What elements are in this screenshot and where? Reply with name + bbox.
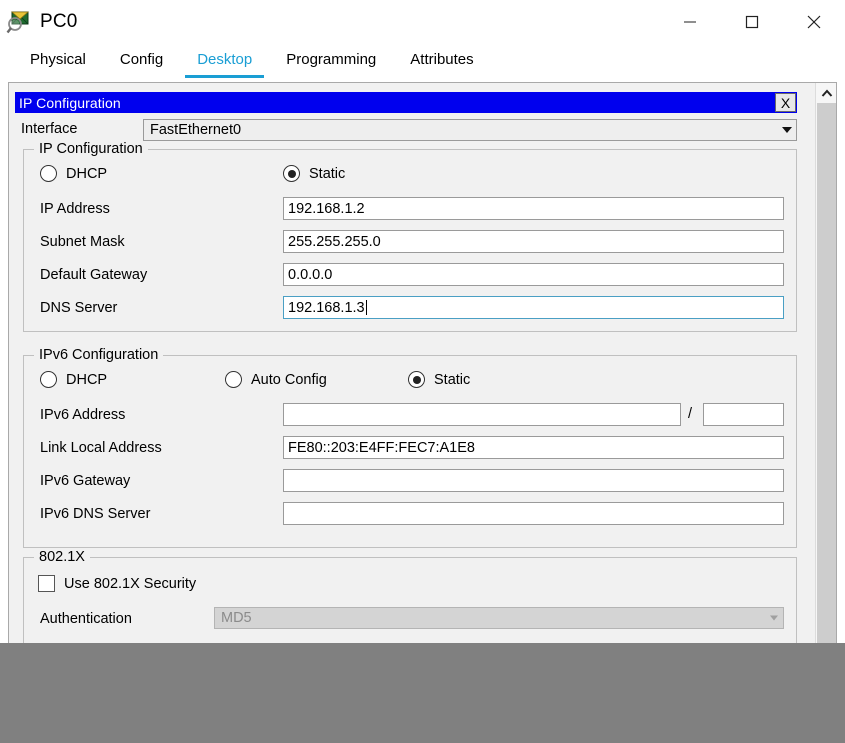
ip-address-label: IP Address: [40, 201, 110, 217]
use-dot1x-security-checkbox[interactable]: Use 802.1X Security: [38, 575, 196, 592]
use-dot1x-security-label: Use 802.1X Security: [64, 575, 197, 592]
minimize-icon: [684, 21, 696, 23]
subnet-mask-input[interactable]: 255.255.255.0: [283, 230, 784, 253]
tab-physical[interactable]: Physical: [18, 51, 98, 78]
default-gateway-input[interactable]: 0.0.0.0: [283, 263, 784, 286]
window-title: PC0: [40, 11, 78, 32]
scrollbar-thumb[interactable]: [817, 103, 836, 659]
ipv6-prefix-input[interactable]: [703, 403, 784, 426]
bottom-gray-overlay: [0, 643, 845, 743]
authentication-select[interactable]: MD5: [214, 607, 784, 629]
link-local-address-label: Link Local Address: [40, 440, 162, 456]
window-titlebar: PC0: [0, 0, 845, 44]
default-gateway-value: 0.0.0.0: [288, 266, 333, 283]
dns-server-value: 192.168.1.3: [288, 299, 365, 316]
ipv4-dhcp-label: DHCP: [66, 165, 108, 182]
radio-circle-selected-icon: [408, 371, 425, 388]
panel-close-button[interactable]: X: [775, 93, 796, 112]
interface-label: Interface: [21, 121, 78, 137]
ipv6-dns-server-label: IPv6 DNS Server: [40, 506, 151, 522]
interface-value: FastEthernet0: [150, 122, 242, 138]
chevron-down-icon: [770, 615, 778, 621]
dns-server-input[interactable]: 192.168.1.3: [283, 296, 784, 319]
ip-address-input[interactable]: 192.168.1.2: [283, 197, 784, 220]
tab-attributes[interactable]: Attributes: [398, 51, 485, 78]
radio-circle-icon: [40, 165, 57, 182]
interface-row: Interface FastEthernet0: [15, 119, 797, 141]
window-controls: [659, 0, 845, 44]
ipv6-gateway-input[interactable]: [283, 469, 784, 492]
authentication-label: Authentication: [40, 611, 132, 627]
ip-address-value: 192.168.1.2: [288, 200, 365, 217]
ipv6-dns-server-input[interactable]: [283, 502, 784, 525]
ip-configuration-panel-title: IP Configuration: [19, 94, 121, 111]
ipv4-static-radio[interactable]: Static: [283, 165, 345, 182]
ipv4-static-label: Static: [309, 165, 346, 182]
tab-programming[interactable]: Programming: [274, 51, 388, 78]
ipv6-group-legend: IPv6 Configuration: [34, 347, 164, 363]
ip-configuration-scroll-area: IP Configuration X Interface FastEtherne…: [9, 83, 815, 661]
subnet-mask-value: 255.255.255.0: [288, 233, 381, 250]
maximize-button[interactable]: [721, 0, 783, 44]
chevron-down-icon: [782, 127, 792, 133]
chevron-up-icon: [821, 89, 832, 97]
radio-circle-icon: [40, 371, 57, 388]
ipv4-dhcp-radio[interactable]: DHCP: [40, 165, 107, 182]
minimize-button[interactable]: [659, 0, 721, 44]
radio-circle-icon: [225, 371, 242, 388]
ipv6-address-label: IPv6 Address: [40, 407, 126, 423]
radio-circle-selected-icon: [283, 165, 300, 182]
scroll-up-button[interactable]: [816, 83, 836, 103]
link-local-address-input[interactable]: FE80::203:E4FF:FEC7:A1E8: [283, 436, 784, 459]
ipv6-dhcp-radio[interactable]: DHCP: [40, 371, 107, 388]
ipv6-static-label: Static: [434, 371, 471, 388]
subnet-mask-label: Subnet Mask: [40, 234, 125, 250]
default-gateway-label: Default Gateway: [40, 267, 148, 283]
ipv6-static-radio[interactable]: Static: [408, 371, 470, 388]
ipv6-auto-config-radio[interactable]: Auto Config: [225, 371, 327, 388]
ipv6-auto-config-label: Auto Config: [251, 371, 327, 388]
ipv4-configuration-group: IP Configuration DHCP Static IP Address …: [23, 141, 797, 332]
maximize-icon: [745, 15, 759, 29]
ipv6-dhcp-label: DHCP: [66, 371, 108, 388]
checkbox-icon: [38, 575, 55, 592]
desktop-content-frame: IP Configuration X Interface FastEtherne…: [8, 82, 837, 662]
ipv4-group-legend: IP Configuration: [34, 141, 148, 157]
interface-select[interactable]: FastEthernet0: [143, 119, 797, 141]
tab-desktop[interactable]: Desktop: [185, 51, 265, 78]
vertical-scrollbar[interactable]: [815, 83, 836, 661]
ipv6-address-input[interactable]: [283, 403, 681, 426]
packet-tracer-icon: [6, 9, 32, 35]
close-button[interactable]: [783, 0, 845, 44]
ip-configuration-panel-titlebar: IP Configuration X: [15, 92, 797, 113]
dns-server-label: DNS Server: [40, 300, 118, 316]
ipv6-configuration-group: IPv6 Configuration DHCP Auto Config Stat…: [23, 347, 797, 548]
ipv6-gateway-label: IPv6 Gateway: [40, 473, 131, 489]
authentication-value: MD5: [221, 610, 252, 626]
close-icon: [807, 15, 821, 29]
packet-tracer-device-window: PC0 Physical Config Desktop Programming …: [0, 0, 845, 743]
ipv6-prefix-separator: /: [688, 406, 693, 422]
dot1x-group-legend: 802.1X: [34, 549, 90, 565]
link-local-address-value: FE80::203:E4FF:FEC7:A1E8: [288, 439, 475, 456]
device-tabs: Physical Config Desktop Programming Attr…: [0, 44, 845, 78]
text-caret: [365, 300, 367, 315]
tab-config[interactable]: Config: [108, 51, 175, 78]
